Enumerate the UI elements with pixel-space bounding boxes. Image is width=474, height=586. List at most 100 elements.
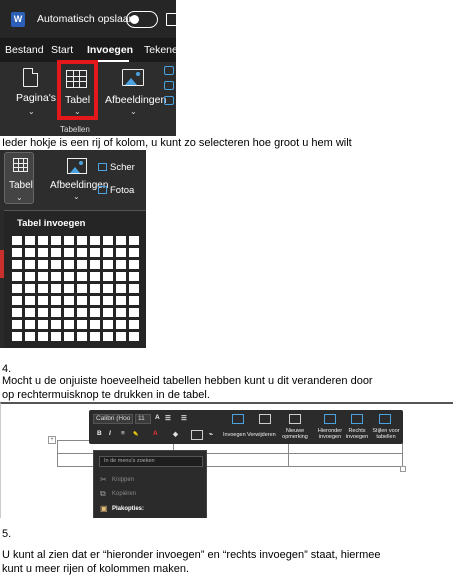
grid-cell[interactable] xyxy=(90,260,100,269)
insert-below-button[interactable]: Hieronder invoegen xyxy=(315,428,345,440)
insert-button[interactable]: Invoegen xyxy=(223,432,246,438)
grid-cell[interactable] xyxy=(12,236,22,245)
grid-cell[interactable] xyxy=(90,236,100,245)
grid-cell[interactable] xyxy=(51,248,61,257)
grid-cell[interactable] xyxy=(51,272,61,281)
grid-cell[interactable] xyxy=(90,308,100,317)
grid-cell[interactable] xyxy=(129,236,139,245)
save-icon[interactable] xyxy=(166,13,176,26)
grid-cell[interactable] xyxy=(77,308,87,317)
grid-cell[interactable] xyxy=(12,284,22,293)
grid-cell[interactable] xyxy=(51,236,61,245)
grid-cell[interactable] xyxy=(38,284,48,293)
grid-cell[interactable] xyxy=(77,272,87,281)
grid-cell[interactable] xyxy=(103,236,113,245)
new-comment-button[interactable]: Nieuwe opmerking xyxy=(281,428,309,440)
grid-cell[interactable] xyxy=(116,284,126,293)
grid-cell[interactable] xyxy=(116,332,126,341)
grid-cell[interactable] xyxy=(129,248,139,257)
pages-button[interactable]: Pagina's xyxy=(16,92,56,104)
grid-cell[interactable] xyxy=(51,308,61,317)
table-size-grid[interactable] xyxy=(12,236,139,341)
grid-cell[interactable] xyxy=(103,260,113,269)
grid-cell[interactable] xyxy=(12,332,22,341)
grid-cell[interactable] xyxy=(51,332,61,341)
grow-font-button[interactable]: A xyxy=(155,414,160,421)
screenshot-button[interactable]: Scher xyxy=(110,162,135,173)
format-painter-icon[interactable]: ⌁ xyxy=(209,430,213,438)
cut-item[interactable]: Knippen xyxy=(112,477,134,483)
grid-cell[interactable] xyxy=(64,308,74,317)
grid-cell[interactable] xyxy=(51,284,61,293)
bullets-icon[interactable]: ☰ xyxy=(165,414,171,422)
grid-cell[interactable] xyxy=(129,296,139,305)
grid-cell[interactable] xyxy=(129,308,139,317)
borders-icon[interactable] xyxy=(191,430,203,440)
grid-cell[interactable] xyxy=(12,308,22,317)
delete-button[interactable]: Verwijderen xyxy=(247,432,276,438)
grid-cell[interactable] xyxy=(38,260,48,269)
grid-cell[interactable] xyxy=(51,260,61,269)
align-icon[interactable]: ≡ xyxy=(121,430,125,437)
grid-cell[interactable] xyxy=(25,320,35,329)
grid-cell[interactable] xyxy=(38,272,48,281)
grid-cell[interactable] xyxy=(90,320,100,329)
grid-cell[interactable] xyxy=(90,248,100,257)
grid-cell[interactable] xyxy=(25,236,35,245)
grid-cell[interactable] xyxy=(38,248,48,257)
table-styles-button[interactable]: Stijlen voor tabellen xyxy=(370,428,402,440)
grid-cell[interactable] xyxy=(38,296,48,305)
bold-button[interactable]: B xyxy=(97,430,102,437)
grid-cell[interactable] xyxy=(64,272,74,281)
menu-insert[interactable]: Invoegen xyxy=(87,44,133,56)
grid-cell[interactable] xyxy=(103,320,113,329)
grid-cell[interactable] xyxy=(116,272,126,281)
grid-cell[interactable] xyxy=(116,320,126,329)
grid-cell[interactable] xyxy=(25,272,35,281)
grid-cell[interactable] xyxy=(12,248,22,257)
table-button[interactable]: Tabel ⌄ xyxy=(4,152,34,204)
grid-cell[interactable] xyxy=(38,308,48,317)
grid-cell[interactable] xyxy=(77,248,87,257)
grid-cell[interactable] xyxy=(25,248,35,257)
font-name-field[interactable]: Calibri (Hoo xyxy=(93,414,133,424)
italic-button[interactable]: I xyxy=(109,430,111,437)
grid-cell[interactable] xyxy=(90,284,100,293)
font-color-icon[interactable]: A xyxy=(153,430,158,437)
highlight-icon[interactable]: ✎ xyxy=(133,430,138,438)
grid-cell[interactable] xyxy=(51,296,61,305)
grid-cell[interactable] xyxy=(64,236,74,245)
table-move-handle-icon[interactable]: + xyxy=(48,436,56,444)
insert-right-button[interactable]: Rechts invoegen xyxy=(345,428,369,440)
grid-cell[interactable] xyxy=(12,320,22,329)
grid-cell[interactable] xyxy=(116,308,126,317)
grid-cell[interactable] xyxy=(38,320,48,329)
grid-cell[interactable] xyxy=(103,284,113,293)
grid-cell[interactable] xyxy=(77,296,87,305)
grid-cell[interactable] xyxy=(64,296,74,305)
grid-cell[interactable] xyxy=(25,260,35,269)
menu-file[interactable]: Bestand xyxy=(5,44,44,56)
grid-cell[interactable] xyxy=(103,272,113,281)
grid-cell[interactable] xyxy=(12,260,22,269)
grid-cell[interactable] xyxy=(64,248,74,257)
grid-cell[interactable] xyxy=(64,320,74,329)
grid-cell[interactable] xyxy=(64,332,74,341)
grid-cell[interactable] xyxy=(116,260,126,269)
menu-draw[interactable]: Tekene xyxy=(144,44,176,56)
grid-cell[interactable] xyxy=(64,284,74,293)
grid-cell[interactable] xyxy=(12,272,22,281)
menu-home[interactable]: Start xyxy=(51,44,73,56)
grid-cell[interactable] xyxy=(77,236,87,245)
grid-cell[interactable] xyxy=(129,284,139,293)
shading-icon[interactable]: ◈ xyxy=(173,430,178,438)
pictures-button[interactable]: Afbeeldingen xyxy=(105,94,166,106)
numbering-icon[interactable]: ☰ xyxy=(181,414,187,422)
grid-cell[interactable] xyxy=(129,272,139,281)
grid-cell[interactable] xyxy=(103,308,113,317)
grid-cell[interactable] xyxy=(129,260,139,269)
paste-options-item[interactable]: Plakopties: xyxy=(112,506,144,512)
grid-cell[interactable] xyxy=(129,320,139,329)
grid-cell[interactable] xyxy=(116,236,126,245)
grid-cell[interactable] xyxy=(103,296,113,305)
